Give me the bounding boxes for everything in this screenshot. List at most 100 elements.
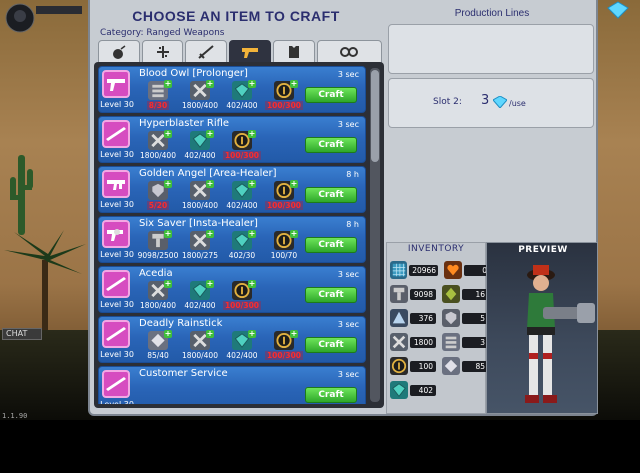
inventory-item[interactable]: 402: [390, 381, 438, 399]
inventory-item[interactable]: 1800: [390, 333, 436, 351]
inventory-item[interactable]: 3: [442, 333, 488, 351]
gem-icon: [392, 383, 406, 397]
rifle-icon: [106, 377, 126, 391]
add-ingredient-icon[interactable]: +: [290, 180, 298, 188]
tab-melee[interactable]: [185, 40, 228, 64]
ingredient-quantity: 402/400: [226, 351, 258, 360]
add-ingredient-icon[interactable]: +: [164, 280, 172, 288]
recipe-row[interactable]: Level 30 Deadly Rainstick 3 sec + 85/40 …: [98, 316, 366, 363]
add-ingredient-icon[interactable]: +: [206, 230, 214, 238]
add-ingredient-icon[interactable]: +: [248, 180, 256, 188]
add-ingredient-icon[interactable]: +: [164, 80, 172, 88]
recipe-row[interactable]: Level 30 Golden Angel [Area-Healer] 8 h …: [98, 166, 366, 213]
inventory-item-icon: [390, 285, 408, 303]
inventory-item[interactable]: 376: [390, 309, 436, 327]
craft-time: 8 h: [346, 220, 359, 229]
ingredient-quantity: 8/30: [146, 101, 170, 110]
recipe-row[interactable]: Level 30 Hyperblaster Rifle 3 sec + 1800…: [98, 116, 366, 163]
add-ingredient-icon[interactable]: +: [164, 180, 172, 188]
item-thumbnail: [102, 270, 130, 298]
inventory-item-icon: [442, 333, 460, 351]
recipe-list[interactable]: Level 30 Blood Owl [Prolonger] 3 sec + 8…: [98, 66, 366, 404]
add-ingredient-icon[interactable]: +: [290, 330, 298, 338]
inventory-item[interactable]: 100: [390, 357, 436, 375]
production-slot-1[interactable]: [388, 24, 594, 74]
add-ingredient-icon[interactable]: +: [248, 330, 256, 338]
ingredient-list: + 1800/400 + 402/400 + 100/300: [137, 280, 263, 313]
leaf-icon: [445, 287, 457, 301]
inventory-item[interactable]: 20966: [390, 261, 438, 279]
craft-panel: CHOOSE AN ITEM TO CRAFT Category: Ranged…: [88, 0, 598, 416]
tab-armor[interactable]: [272, 40, 315, 64]
inventory-count: 376: [410, 312, 436, 324]
craft-button[interactable]: Craft: [305, 237, 357, 253]
tab-bombs[interactable]: [98, 40, 140, 64]
tab-accessories[interactable]: [316, 40, 383, 64]
inventory-item[interactable]: 16: [442, 285, 488, 303]
add-ingredient-icon[interactable]: +: [248, 280, 256, 288]
add-ingredient-icon[interactable]: +: [248, 230, 256, 238]
recipe-row[interactable]: Level 30 Acedia 3 sec + 1800/400 + 402/4…: [98, 266, 366, 313]
inventory-item[interactable]: 5: [442, 309, 488, 327]
add-ingredient-icon[interactable]: +: [164, 130, 172, 138]
inventory-item[interactable]: 9098: [390, 285, 436, 303]
craft-button[interactable]: Craft: [305, 287, 357, 303]
craft-button[interactable]: Craft: [305, 87, 357, 103]
tab-targeting[interactable]: [141, 40, 184, 64]
add-ingredient-icon[interactable]: +: [164, 330, 172, 338]
ingredient-list: + 8/30 + 1800/400 + 402/400 + 100/300: [137, 80, 305, 113]
add-ingredient-icon[interactable]: +: [164, 230, 172, 238]
gem-icon: [493, 96, 507, 108]
inventory-row: 9098 16: [390, 282, 488, 306]
ingredient: + 402/400: [221, 180, 263, 213]
ingredient: + 85/40: [137, 330, 179, 363]
player-avatar-hud[interactable]: [4, 2, 84, 42]
ingredient: + 1800/400: [137, 280, 179, 313]
pistol-icon: [241, 48, 258, 58]
tab-ranged-weapons[interactable]: [229, 40, 271, 64]
craft-button[interactable]: Craft: [305, 187, 357, 203]
add-ingredient-icon[interactable]: +: [206, 280, 214, 288]
inventory-grid: 20966 0 9098 16 376 5 1800 3 100 85 402: [390, 258, 490, 402]
item-name: Deadly Rainstick: [139, 318, 223, 329]
chat-button[interactable]: CHAT: [2, 328, 42, 340]
ingredient: + 402/30: [221, 230, 263, 263]
add-ingredient-icon[interactable]: +: [206, 130, 214, 138]
ingredient-quantity: 100/300: [264, 101, 304, 110]
craft-time: 3 sec: [337, 370, 359, 379]
diamond-icon: [444, 359, 458, 373]
recipe-row[interactable]: Level 30 Customer Service 3 sec Craft: [98, 366, 366, 404]
inventory-item-icon: [442, 309, 460, 327]
production-slot-2[interactable]: Slot 2: 3 /use: [388, 78, 594, 128]
recipe-scrollbar[interactable]: [370, 68, 380, 402]
production-lines-title: Production Lines: [454, 8, 530, 19]
add-ingredient-icon[interactable]: +: [206, 330, 214, 338]
scroll-thumb[interactable]: [371, 70, 379, 162]
item-level: Level 30: [100, 300, 134, 309]
ingredient: + 100/300: [263, 330, 305, 363]
add-ingredient-icon[interactable]: +: [206, 80, 214, 88]
add-ingredient-icon[interactable]: +: [290, 230, 298, 238]
recipe-row[interactable]: Level 30 Blood Owl [Prolonger] 3 sec + 8…: [98, 66, 366, 113]
cactus-decoration: [10, 155, 33, 235]
craft-button[interactable]: Craft: [305, 387, 357, 403]
inventory-item-icon: [390, 333, 408, 351]
inventory-item-icon: [442, 285, 460, 303]
add-ingredient-icon[interactable]: +: [206, 180, 214, 188]
inventory-item[interactable]: 85: [442, 357, 488, 375]
ingredient: + 100/300: [263, 180, 305, 213]
coin-icon: [391, 358, 407, 374]
rifle-icon: [106, 127, 126, 141]
inventory-item-icon: [444, 261, 462, 279]
add-ingredient-icon[interactable]: +: [248, 130, 256, 138]
add-ingredient-icon[interactable]: +: [248, 80, 256, 88]
slot-label: Slot 2:: [433, 97, 462, 107]
ingredient: + 402/400: [179, 130, 221, 163]
inventory-item[interactable]: 0: [444, 261, 490, 279]
pistol-icon: [107, 79, 125, 91]
craft-button[interactable]: Craft: [305, 337, 357, 353]
add-ingredient-icon[interactable]: +: [290, 80, 298, 88]
recipe-row[interactable]: Level 30 Six Saver [Insta-Healer] 8 h + …: [98, 216, 366, 263]
item-thumbnail: [102, 120, 130, 148]
craft-button[interactable]: Craft: [305, 137, 357, 153]
